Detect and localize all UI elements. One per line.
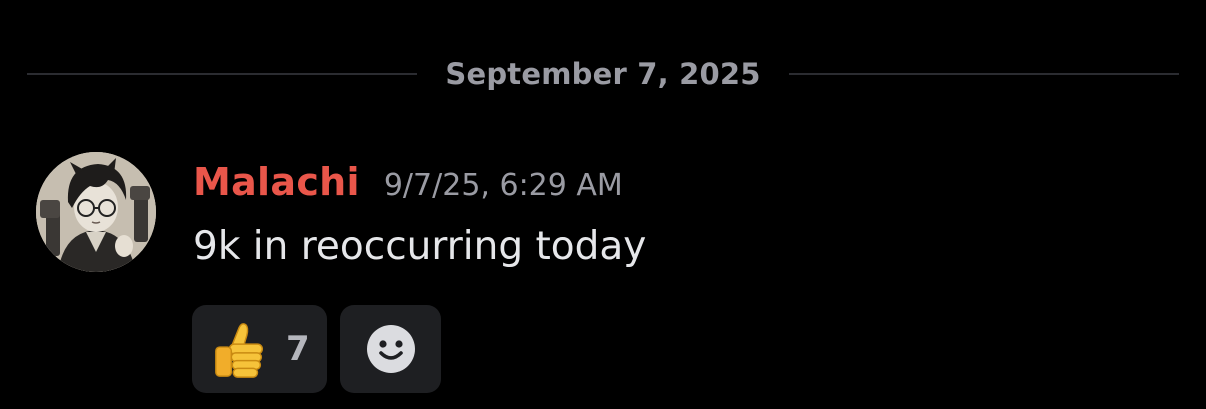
user-avatar[interactable]: [36, 152, 156, 272]
date-divider: September 7, 2025: [27, 52, 1180, 96]
divider-line-right: [788, 73, 1180, 75]
message-author[interactable]: Malachi: [193, 160, 360, 204]
reaction-count: 7: [286, 329, 310, 369]
add-reaction-smiley-icon: [366, 325, 415, 373]
date-divider-label: September 7, 2025: [445, 57, 761, 91]
add-reaction-button[interactable]: [340, 305, 441, 393]
thumbs-up-reaction[interactable]: 7: [192, 305, 327, 393]
message-text: 9k in reoccurring today: [193, 224, 647, 269]
divider-line-left: [27, 73, 418, 75]
message-timestamp: 9/7/25, 6:29 AM: [383, 168, 623, 203]
user-avatar-icon: [36, 152, 156, 272]
reaction-bar: 7: [192, 305, 441, 393]
message-header: Malachi 9/7/25, 6:29 AM: [193, 160, 623, 212]
thumbs-up-icon: [215, 323, 264, 378]
